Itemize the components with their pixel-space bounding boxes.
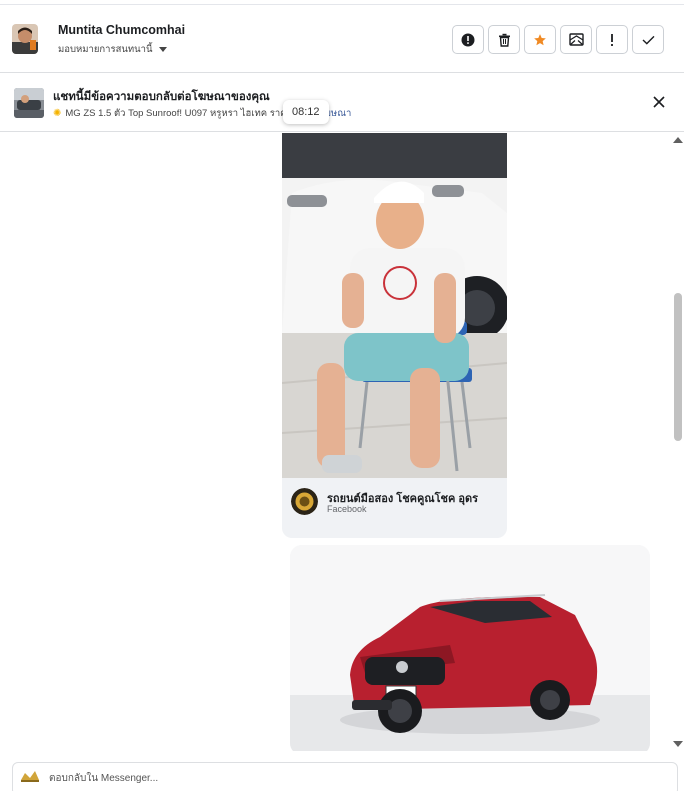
sun-icon: ✺ — [53, 108, 62, 119]
scrollbar-thumb[interactable] — [674, 293, 682, 441]
page-logo-icon — [21, 771, 39, 782]
mail-icon — [568, 33, 584, 46]
trash-icon — [498, 33, 510, 47]
post-source: Facebook — [327, 504, 367, 514]
assign-conversation-dropdown[interactable]: มอบหมายการสนทนานี้ — [58, 42, 167, 57]
mark-done-button[interactable] — [632, 25, 664, 54]
ad-reply-banner: แชทนี้มีข้อความตอบกลับต่อโฆษณาของคุณ ✺ M… — [0, 74, 684, 132]
conversation-header: Muntita Chumcomhai มอบหมายการสนทนานี้ — [0, 0, 684, 73]
ad-banner-title: แชทนี้มีข้อความตอบกลับต่อโฆษณาของคุณ — [53, 91, 270, 103]
contact-avatar[interactable] — [12, 24, 38, 54]
shared-post-photo[interactable] — [282, 133, 507, 478]
scrollbar-track[interactable] — [672, 133, 684, 751]
mark-spam-button[interactable] — [452, 25, 484, 54]
car-photo-message[interactable] — [290, 545, 650, 751]
message-thread[interactable]: รถยนต์มือสอง โชคคูณโชค อุดร Facebook — [0, 133, 684, 751]
ad-description: MG ZS 1.5 ตัว Top Sunroof! U097 หรูหรา ไ… — [65, 108, 299, 119]
follow-up-button[interactable] — [596, 25, 628, 54]
ad-thumbnail[interactable] — [14, 88, 44, 118]
contact-name[interactable]: Muntita Chumcomhai — [58, 23, 185, 37]
star-icon — [534, 33, 546, 45]
page-avatar[interactable] — [291, 488, 318, 515]
star-button[interactable] — [524, 25, 556, 54]
car-photo[interactable] — [290, 545, 650, 751]
message-timestamp: 08:12 — [283, 100, 329, 124]
mark-unread-button[interactable] — [560, 25, 592, 54]
scroll-up-arrow-icon[interactable] — [673, 137, 683, 143]
close-icon[interactable] — [652, 95, 666, 109]
check-icon — [642, 35, 654, 45]
assign-label: มอบหมายการสนทนานี้ — [58, 44, 153, 55]
alert-circle-icon — [461, 33, 475, 46]
scroll-down-arrow-icon[interactable] — [673, 741, 683, 747]
exclamation-icon — [611, 33, 613, 46]
action-toolbar — [452, 25, 664, 54]
reply-composer[interactable] — [12, 762, 678, 791]
header-top-divider — [0, 0, 684, 5]
reply-input[interactable] — [49, 769, 649, 787]
caret-down-icon — [158, 47, 167, 52]
delete-button[interactable] — [488, 25, 520, 54]
shared-post-card[interactable]: รถยนต์มือสอง โชคคูณโชค อุดร Facebook — [282, 133, 507, 538]
